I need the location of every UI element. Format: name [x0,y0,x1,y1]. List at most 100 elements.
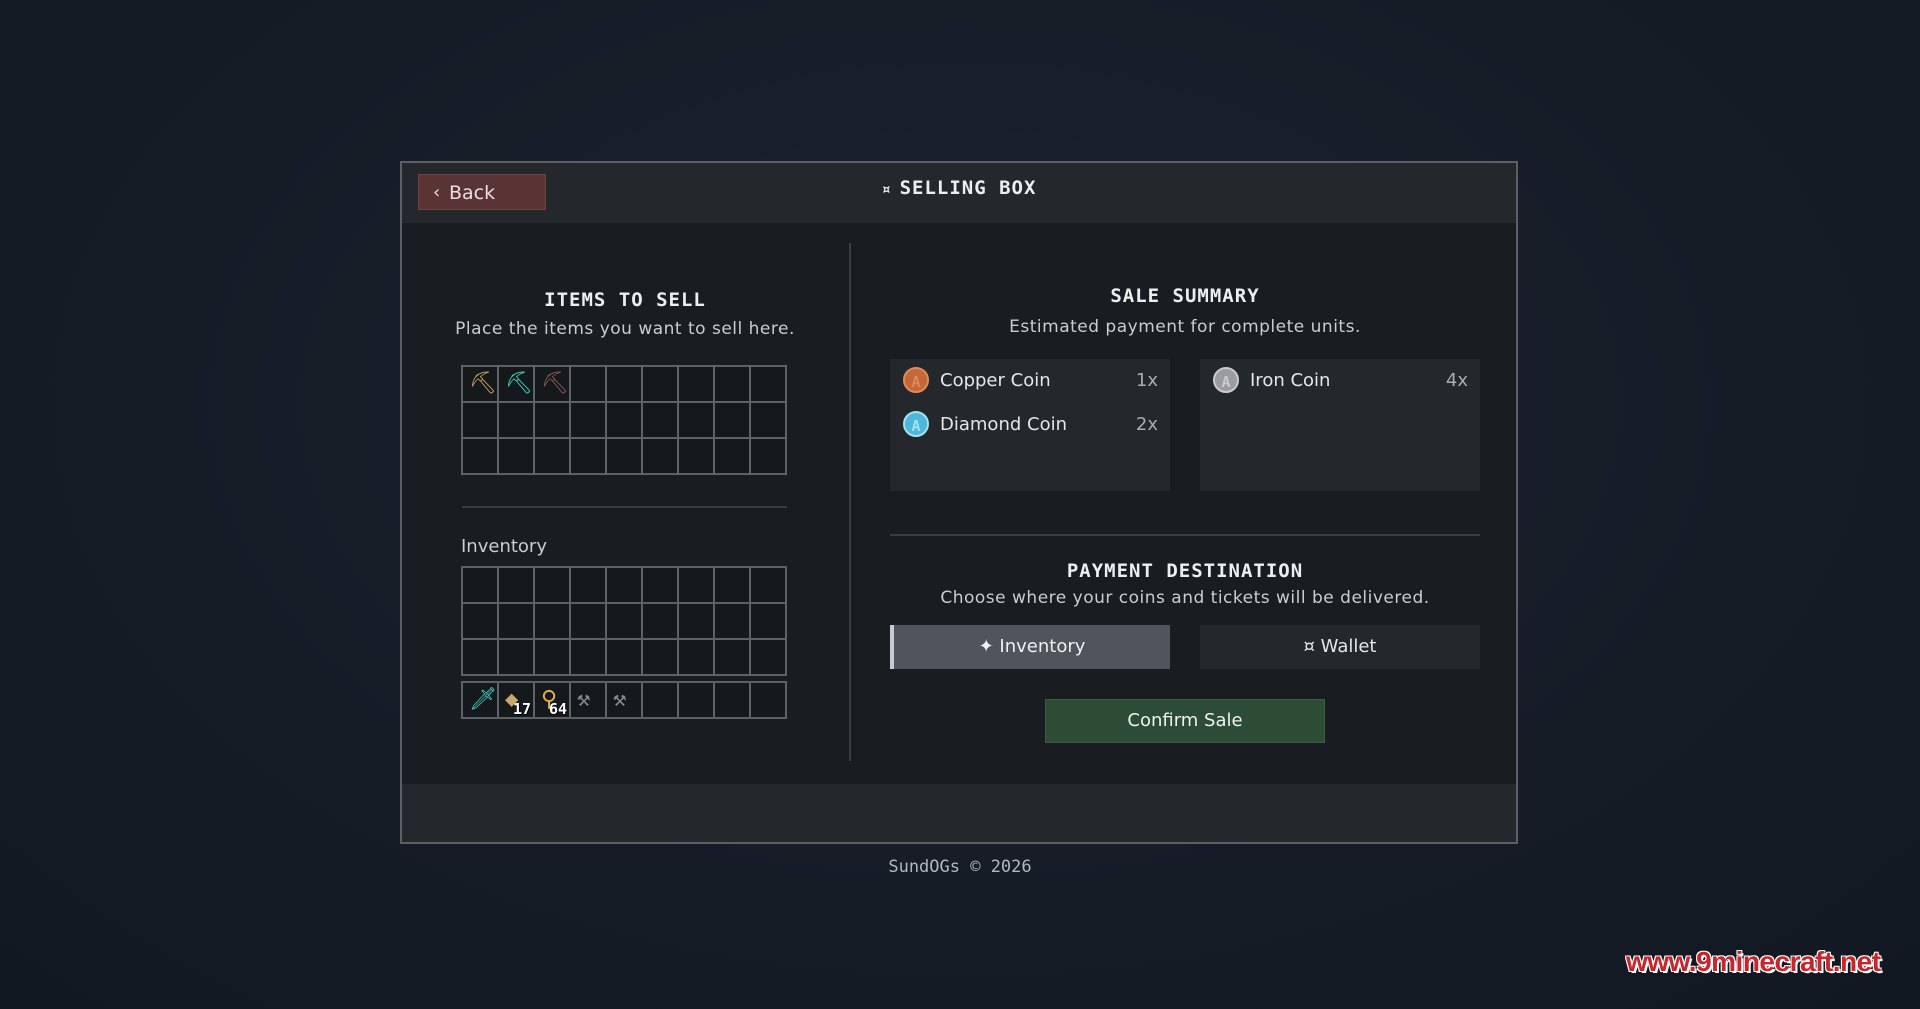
inventory-slot[interactable] [714,366,750,402]
inventory-slot[interactable] [642,567,678,603]
inventory-label: Inventory [461,536,547,557]
coin-name: Diamond Coin [940,414,1067,435]
inventory-slot[interactable] [642,402,678,438]
inventory-slot[interactable] [714,682,750,718]
inventory-slot[interactable] [606,402,642,438]
empty-coin-slot [1200,403,1480,447]
inventory-slot[interactable] [714,603,750,639]
inventory-slot[interactable] [462,639,498,675]
inventory-slot[interactable] [462,567,498,603]
top-bar: ‹ Back ¤ SELLING BOX [402,163,1516,223]
summary-divider [890,534,1480,536]
sale-summary-title: SALE SUMMARY [1110,285,1260,307]
payment-destination-subtitle: Choose where your coins and tickets will… [940,588,1430,608]
inventory-slot[interactable] [714,402,750,438]
iron-coin-icon: A [1213,367,1239,393]
inventory-slot[interactable] [570,639,606,675]
inventory-slot[interactable] [750,639,786,675]
destination-wallet-button[interactable]: ¤ Wallet [1200,625,1480,669]
coin-quantity: 2x [1135,414,1158,435]
inventory-slot[interactable]: ⚒ [570,682,606,718]
inventory-slot[interactable]: ⛏ [498,366,534,402]
inventory-slot[interactable] [678,639,714,675]
watermark-logo: www.9minecraft.net [1626,946,1881,977]
inventory-slot[interactable]: ⛏ [534,366,570,402]
inventory-slot[interactable] [714,639,750,675]
copyright-text: SundOGs © 2026 [888,857,1032,877]
inventory-slot[interactable] [606,567,642,603]
diamond-pickaxe-icon: ⛏ [505,371,533,396]
inventory-slot[interactable] [498,567,534,603]
inventory-slot[interactable] [570,438,606,474]
inventory-slot[interactable] [678,438,714,474]
inventory-slot[interactable] [570,603,606,639]
inventory-slot[interactable] [498,402,534,438]
inventory-slot[interactable] [678,366,714,402]
selling-box-panel: ‹ Back ¤ SELLING BOX ITEMS TO SELL Place … [400,161,1518,844]
sell-grid: ⛏ ⛏ ⛏ [461,365,787,475]
inventory-slot[interactable] [750,603,786,639]
inventory-slot[interactable]: ◆ 17 [498,682,534,718]
inventory-slot[interactable]: 🗡 [462,682,498,718]
coin-entry: A Iron Coin 4x [1200,359,1480,403]
inventory-slot[interactable] [570,366,606,402]
inventory-slot[interactable] [714,438,750,474]
coin-entry: A Diamond Coin 2x [890,403,1170,447]
inventory-slot[interactable] [534,438,570,474]
column-divider [849,243,851,761]
inventory-slot[interactable]: ⛏ [462,366,498,402]
inventory-slot[interactable] [678,603,714,639]
section-divider [462,506,787,508]
inventory-slot[interactable] [498,639,534,675]
inventory-slot[interactable] [534,639,570,675]
stone-shovel-icon: ⚒ [613,687,627,712]
inventory-slot[interactable] [570,567,606,603]
inventory-slot[interactable] [642,603,678,639]
inventory-slot[interactable] [498,603,534,639]
coin-quantity: 4x [1445,370,1468,391]
inventory-slot[interactable] [678,682,714,718]
inventory-slot[interactable] [534,402,570,438]
inventory-slot[interactable] [678,402,714,438]
empty-coin-slot [1200,447,1480,491]
inventory-slot[interactable] [606,366,642,402]
inventory-slot[interactable] [642,366,678,402]
inventory-slot[interactable]: ⚲ 64 [534,682,570,718]
payment-destination-title: PAYMENT DESTINATION [1066,560,1304,582]
inventory-slot[interactable] [678,567,714,603]
inventory-slot[interactable] [750,366,786,402]
inventory-slot[interactable] [606,603,642,639]
diamond-sword-icon: 🗡 [469,687,497,712]
inventory-slot[interactable] [462,402,498,438]
inventory-slot[interactable] [750,682,786,718]
confirm-sale-button[interactable]: Confirm Sale [1045,699,1325,743]
page-title: ¤ SELLING BOX [881,177,1037,199]
inventory-slot[interactable] [750,402,786,438]
items-to-sell-subtitle: Place the items you want to sell here. [455,319,795,339]
destination-inventory-button[interactable]: ✦ Inventory [890,625,1170,669]
wooden-pickaxe-icon: ⛏ [469,371,497,396]
inventory-slot[interactable] [750,567,786,603]
inventory-slot[interactable] [570,402,606,438]
inventory-slot[interactable] [642,682,678,718]
hotbar-grid: 🗡 ◆ 17 ⚲ 64 ⚒ ⚒ [461,681,787,719]
inventory-slot[interactable] [750,438,786,474]
inventory-slot[interactable] [642,438,678,474]
netherite-pickaxe-icon: ⛏ [541,371,569,396]
diamond-coin-icon: A [903,411,929,437]
inventory-grid [461,566,787,676]
coin-quantity: 1x [1135,370,1158,391]
panel-footer-bar [402,784,1516,842]
inventory-slot[interactable] [714,567,750,603]
inventory-slot[interactable] [642,639,678,675]
stone-shovel-icon: ⚒ [577,687,591,712]
inventory-slot[interactable] [606,639,642,675]
inventory-slot[interactable] [534,567,570,603]
inventory-slot[interactable] [534,603,570,639]
inventory-slot[interactable] [462,438,498,474]
inventory-slot[interactable] [606,438,642,474]
inventory-slot[interactable] [498,438,534,474]
inventory-slot[interactable]: ⚒ [606,682,642,718]
inventory-slot[interactable] [462,603,498,639]
items-to-sell-title: ITEMS TO SELL [544,289,706,311]
